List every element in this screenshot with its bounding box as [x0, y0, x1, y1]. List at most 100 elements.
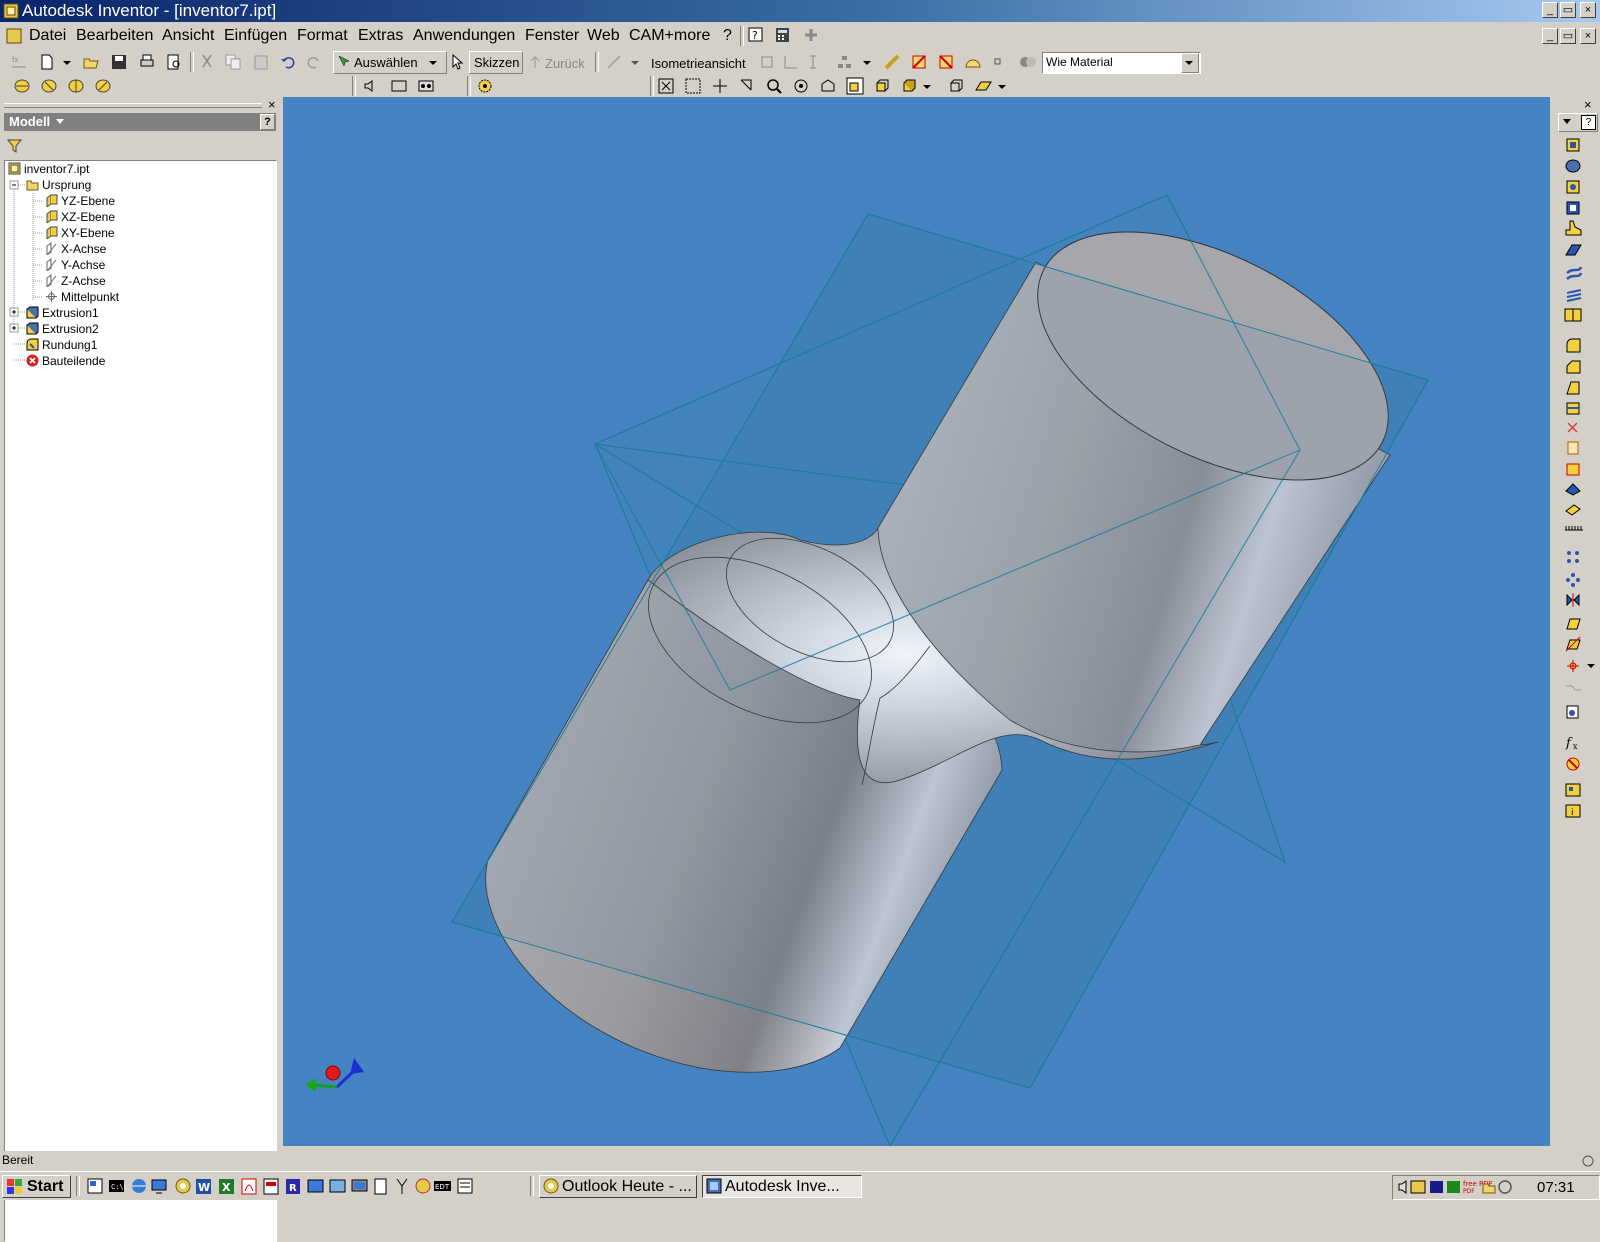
section-plane-icon[interactable] [974, 77, 992, 95]
tree-item-part[interactable]: inventor7.ipt [8, 161, 89, 177]
open-icon[interactable] [82, 53, 100, 71]
tree-item-center-point[interactable]: Mittelpunkt [45, 289, 119, 305]
zoom-all-icon[interactable] [657, 77, 675, 95]
tree-item-end-of-part[interactable]: Bauteilende [26, 353, 105, 369]
tree-item-extrusion1[interactable]: Extrusion1 [26, 305, 99, 321]
tree-item-origin[interactable]: Ursprung [26, 177, 91, 193]
chevron-down-icon[interactable] [862, 54, 872, 70]
film-icon[interactable] [390, 77, 408, 95]
calculator-icon[interactable] [775, 27, 791, 43]
select-button[interactable]: Auswählen [333, 51, 447, 74]
close-button[interactable]: × [1580, 2, 1596, 18]
rotate-icon[interactable] [792, 77, 810, 95]
material-select[interactable]: Wie Material [1042, 52, 1201, 74]
work-point-icon[interactable] [937, 53, 955, 71]
chevron-down-icon[interactable] [62, 53, 72, 71]
redo-icon[interactable] [305, 53, 323, 71]
dimension-vertical-icon[interactable] [808, 54, 826, 70]
tree-item-y-axis[interactable]: Y-Achse [45, 257, 105, 273]
material-dropdown-button[interactable] [1181, 53, 1199, 73]
menu-format[interactable]: Format [297, 27, 348, 45]
task-outlook[interactable]: Outlook Heute - ... [539, 1175, 697, 1198]
menu-help[interactable]: ? [723, 27, 732, 45]
menu-bearbeiten[interactable]: Bearbeiten [76, 27, 153, 45]
work-axis-icon[interactable] [910, 53, 928, 71]
menu-extras[interactable]: Extras [358, 27, 403, 45]
paste-icon[interactable] [252, 53, 270, 71]
add-icon[interactable] [803, 27, 819, 43]
menu-einfuegen[interactable]: Einfügen [224, 27, 287, 45]
chevron-down-icon[interactable] [630, 53, 640, 71]
chevron-down-icon[interactable] [426, 55, 440, 69]
panel-tools[interactable]: fx i [1552, 133, 1600, 853]
panel-close-button[interactable]: × [1584, 97, 1592, 112]
feature-icon-1[interactable] [13, 77, 31, 95]
feature-icon-2[interactable] [40, 77, 58, 95]
restore-button[interactable]: ▭ [1560, 2, 1576, 18]
sketch-text-icon[interactable]: fx [10, 53, 28, 71]
tree-item-z-axis[interactable]: Z-Achse [45, 273, 106, 289]
camera-icon[interactable] [947, 77, 965, 95]
measure-icon[interactable] [964, 53, 982, 71]
doc-close-button[interactable]: × [1580, 28, 1596, 44]
new-icon[interactable] [38, 53, 56, 71]
shadow-icon[interactable] [900, 77, 918, 95]
feature-icon-4[interactable] [94, 77, 112, 95]
task-inventor[interactable]: Autodesk Inve... [702, 1175, 862, 1198]
doc-restore-button[interactable]: ▭ [1560, 28, 1576, 44]
rectangle-icon[interactable] [759, 54, 775, 70]
gear-icon[interactable] [476, 77, 494, 95]
undo-icon[interactable] [279, 53, 297, 71]
pattern-icon[interactable] [836, 54, 854, 70]
tray-icons[interactable]: free PDFPDF [1397, 1178, 1521, 1196]
tree-item-xy-plane[interactable]: XY-Ebene [45, 225, 115, 241]
tape-icon[interactable] [417, 77, 435, 95]
pan-icon[interactable] [711, 77, 729, 95]
chevron-down-icon[interactable] [922, 77, 932, 95]
menu-anwendungen[interactable]: Anwendungen [413, 27, 515, 45]
browser-header[interactable]: Modell ? [4, 113, 276, 131]
menu-ansicht[interactable]: Ansicht [162, 27, 214, 45]
menu-datei[interactable]: Datei [29, 27, 66, 45]
print-preview-icon[interactable] [165, 53, 183, 71]
feature-icon-3[interactable] [67, 77, 85, 95]
menu-web[interactable]: Web [587, 27, 620, 45]
work-plane-icon[interactable] [883, 53, 901, 71]
save-icon[interactable] [110, 53, 128, 71]
dimension-icon[interactable] [605, 53, 623, 71]
tree-item-x-axis[interactable]: X-Achse [45, 241, 106, 257]
graphics-viewport[interactable] [283, 97, 1550, 1146]
chevron-down-icon[interactable] [997, 77, 1007, 95]
copy-icon[interactable] [224, 53, 242, 71]
zoom-selected-icon[interactable] [738, 77, 756, 95]
quick-launch-bar[interactable]: C:\ W X R EDT [86, 1177, 506, 1197]
tree-item-yz-plane[interactable]: YZ-Ebene [45, 193, 115, 209]
point-icon[interactable] [992, 54, 1004, 70]
minimize-button[interactable]: _ [1542, 2, 1558, 18]
shaded-display-icon[interactable] [846, 77, 864, 95]
sound-icon[interactable] [362, 77, 380, 95]
cut-icon[interactable] [198, 53, 216, 71]
look-at-icon[interactable] [819, 77, 837, 95]
back-label[interactable]: Zurück [545, 56, 585, 71]
tree-item-xz-plane[interactable]: XZ-Ebene [45, 209, 115, 225]
zoom-window-icon[interactable] [684, 77, 702, 95]
tree-item-fillet1[interactable]: Rundung1 [26, 337, 97, 353]
color-style-icon[interactable] [1018, 53, 1038, 71]
start-button[interactable]: Start [2, 1175, 71, 1198]
help-icon[interactable]: ? [748, 27, 764, 43]
print-icon[interactable] [138, 53, 156, 71]
sketch-button[interactable]: Skizzen [469, 51, 523, 74]
menu-cam-more[interactable]: CAM+more [629, 27, 710, 45]
view-label[interactable]: Isometrieansicht [651, 56, 746, 71]
hidden-edge-icon[interactable] [873, 77, 891, 95]
zoom-icon[interactable] [765, 77, 783, 95]
menu-fenster[interactable]: Fenster [525, 27, 579, 45]
browser-help-button[interactable]: ? [260, 114, 275, 130]
filter-icon[interactable] [7, 139, 23, 153]
doc-minimize-button[interactable]: _ [1542, 28, 1558, 44]
panel-menu-button[interactable]: ? [1558, 113, 1598, 132]
constraint-icon[interactable] [782, 54, 800, 70]
browser-close-button[interactable]: × [268, 97, 276, 112]
cursor-icon[interactable] [448, 53, 466, 71]
